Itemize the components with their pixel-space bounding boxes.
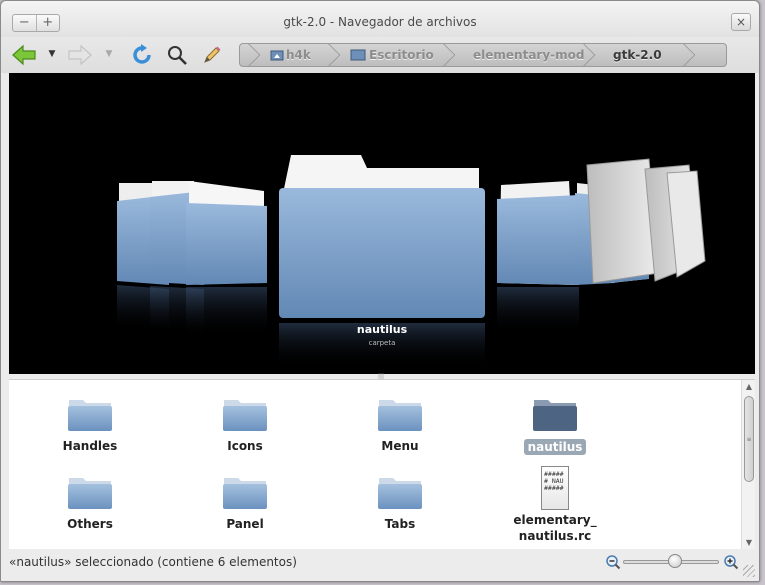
folder-icon xyxy=(378,478,422,509)
window-title: gtk-2.0 - Navegador de archivos xyxy=(283,15,477,29)
cover-text-files[interactable] xyxy=(586,158,706,284)
breadcrumb-left-arrow[interactable] xyxy=(240,44,261,66)
item-label: Handles xyxy=(62,439,118,453)
folder-icon xyxy=(223,478,267,509)
back-icon[interactable] xyxy=(11,42,37,68)
list-item[interactable]: Panel xyxy=(185,474,305,532)
status-bar: «nautilus» seleccionado (contiene 6 elem… xyxy=(1,549,759,581)
breadcrumb-home-label: h4k xyxy=(286,48,311,62)
item-label: Tabs xyxy=(384,517,416,531)
item-label: Panel xyxy=(226,517,264,531)
folder-icon xyxy=(68,400,112,431)
breadcrumb-home[interactable]: h4k xyxy=(254,44,341,66)
status-text: «nautilus» seleccionado (contiene 6 elem… xyxy=(9,555,297,569)
forward-icon xyxy=(67,42,93,68)
cover-flow-selected-type: carpeta xyxy=(368,339,396,347)
reload-icon[interactable] xyxy=(129,42,155,68)
text-file-icon: ##### # NAU ##### xyxy=(541,466,569,510)
folder-icon xyxy=(378,400,422,431)
breadcrumb-desktop[interactable]: Escritorio xyxy=(334,44,456,66)
folder-icon xyxy=(68,478,112,509)
scrollbar-grip: ≡ xyxy=(746,436,752,443)
search-icon[interactable] xyxy=(164,42,190,68)
item-label: elementary_ nautilus.rc xyxy=(513,513,597,543)
item-label: nautilus xyxy=(523,439,587,455)
zoom-out-icon[interactable] xyxy=(605,554,621,570)
breadcrumb-desktop-label: Escritorio xyxy=(369,48,434,62)
close-button[interactable]: × xyxy=(731,13,751,31)
list-item[interactable]: Tabs xyxy=(340,474,460,532)
list-item[interactable]: Icons xyxy=(185,396,305,454)
file-manager-window: − + gtk-2.0 - Navegador de archivos × ▼ … xyxy=(0,0,760,582)
scroll-down-icon[interactable]: ▼ xyxy=(742,538,756,547)
item-label: Icons xyxy=(227,439,263,453)
vertical-scrollbar[interactable]: ▲ ≡ ▼ xyxy=(741,380,755,549)
cover-flow-selected-name: nautilus xyxy=(356,323,408,336)
item-label: Others xyxy=(67,517,113,531)
edit-icon[interactable] xyxy=(199,42,225,68)
home-folder-icon xyxy=(270,50,284,61)
cover-folder-selected[interactable] xyxy=(279,155,485,368)
icon-view[interactable]: Handles Icons Menu nautilus Others Panel… xyxy=(9,379,755,549)
resize-grip-icon[interactable] xyxy=(743,565,755,577)
scroll-up-icon[interactable]: ▲ xyxy=(742,382,756,391)
zoom-slider-knob[interactable] xyxy=(668,554,683,568)
list-item-selected[interactable]: nautilus xyxy=(495,396,615,455)
list-item[interactable]: Handles xyxy=(30,396,150,454)
cover-folder-left-3[interactable] xyxy=(186,181,267,337)
forward-dropdown-icon: ▼ xyxy=(105,49,113,59)
folder-icon xyxy=(223,400,267,431)
folder-icon xyxy=(533,400,577,431)
cover-folder-right-1[interactable] xyxy=(497,181,579,335)
zoom-in-icon[interactable] xyxy=(723,554,739,570)
title-bar[interactable]: − + gtk-2.0 - Navegador de archivos × xyxy=(1,1,759,37)
back-dropdown-icon[interactable]: ▼ xyxy=(46,49,58,61)
breadcrumb: h4k Escritorio elementary-mod gtk-2.0 xyxy=(239,43,727,67)
breadcrumb-gtk-2-0[interactable]: gtk-2.0 xyxy=(589,44,696,66)
list-item[interactable]: ##### # NAU ##### elementary_ nautilus.r… xyxy=(495,466,615,544)
breadcrumb-elementary-mod[interactable]: elementary-mod xyxy=(449,44,596,66)
cover-flow-view[interactable]: nautilus carpeta xyxy=(9,73,755,374)
item-label: Menu xyxy=(381,439,419,453)
desktop-icon xyxy=(350,49,366,61)
list-item[interactable]: Menu xyxy=(340,396,460,454)
breadcrumb-gtk-2-0-label: gtk-2.0 xyxy=(613,48,662,62)
zoom-control[interactable] xyxy=(605,554,739,570)
breadcrumb-elementary-mod-label: elementary-mod xyxy=(473,48,585,62)
list-item[interactable]: Others xyxy=(30,474,150,532)
